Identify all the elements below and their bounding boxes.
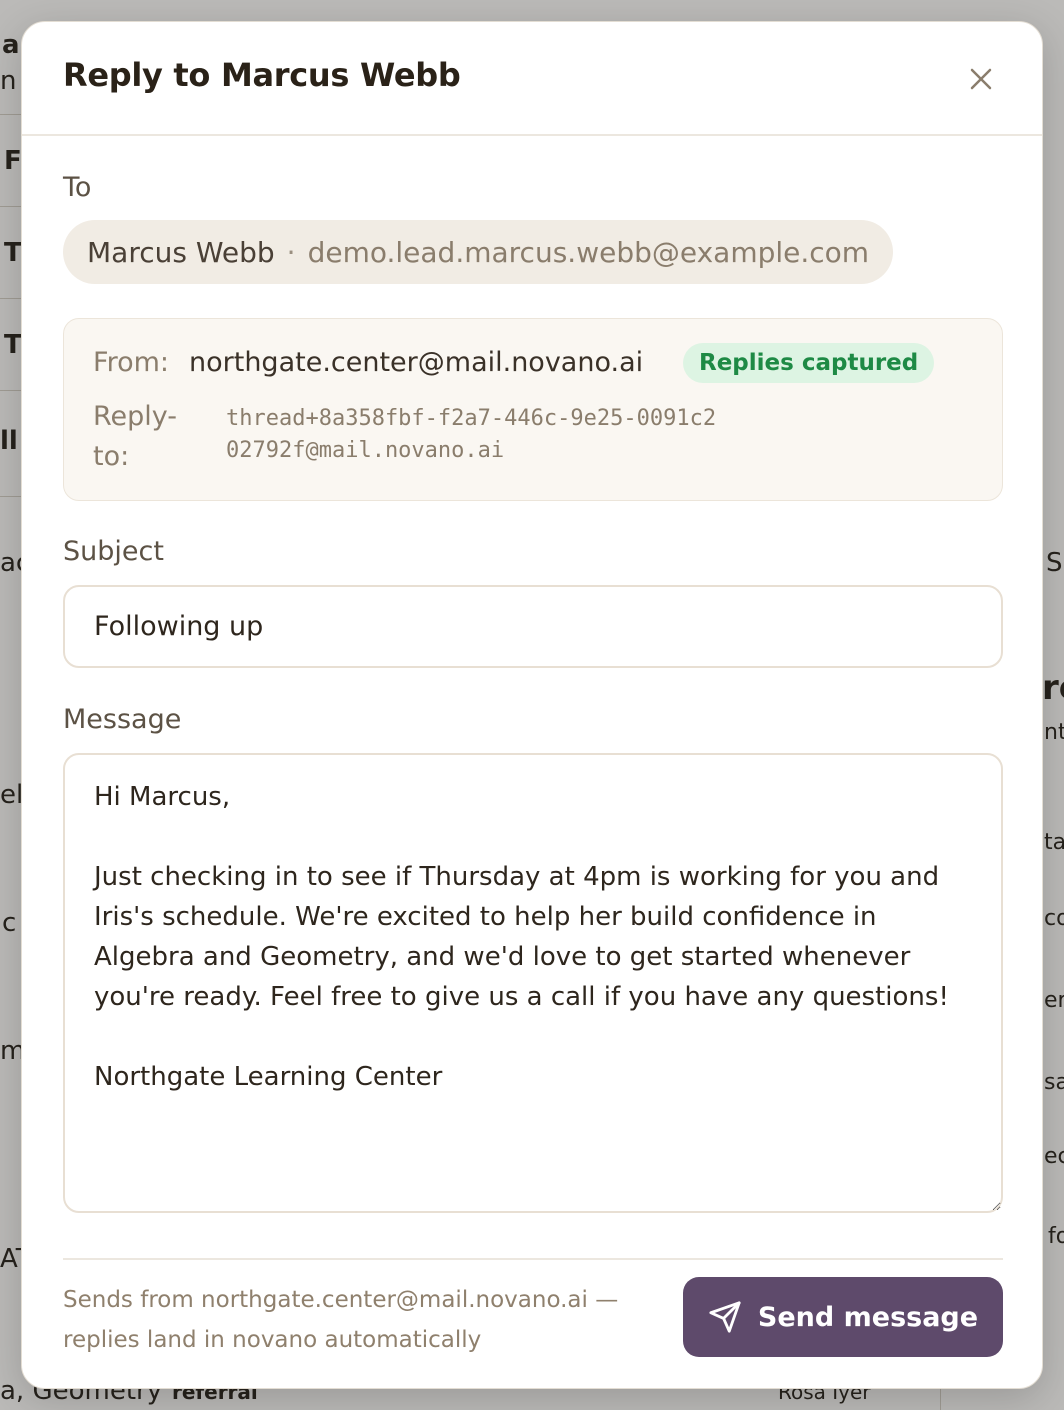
modal-title: Reply to Marcus Webb [63,56,461,94]
send-icon [708,1300,742,1334]
to-label: To [63,172,92,203]
footer-divider [63,1258,1003,1260]
close-icon [970,68,992,90]
from-label: From: [93,347,169,378]
send-message-button[interactable]: Send message [683,1277,1003,1357]
reply-modal: Reply to Marcus Webb To Marcus Webb · de… [21,21,1043,1389]
replies-captured-badge: Replies captured [683,343,935,383]
subject-input[interactable] [63,585,1003,668]
reply-to-address: thread+8a358fbf-f2a7-446c-9e25-0091c2027… [226,406,717,463]
sender-footnote: Sends from northgate.center@mail.novano.… [63,1287,619,1353]
recipient-separator: · [286,235,296,269]
sender-info-box: From: northgate.center@mail.novano.ai Re… [63,318,1003,501]
recipient-name: Marcus Webb [87,235,275,269]
recipient-chip: Marcus Webb · demo.lead.marcus.webb@exam… [63,220,894,284]
reply-to-label: Reply-to: [93,401,178,472]
modal-header: Reply to Marcus Webb [22,22,1042,136]
message-textarea[interactable] [63,753,1003,1213]
send-button-label: Send message [757,1301,979,1333]
recipient-email: demo.lead.marcus.webb@example.com [307,235,870,269]
subject-label: Subject [63,536,164,567]
message-label: Message [63,704,182,735]
close-button[interactable] [964,62,998,96]
from-address: northgate.center@mail.novano.ai [189,347,644,378]
